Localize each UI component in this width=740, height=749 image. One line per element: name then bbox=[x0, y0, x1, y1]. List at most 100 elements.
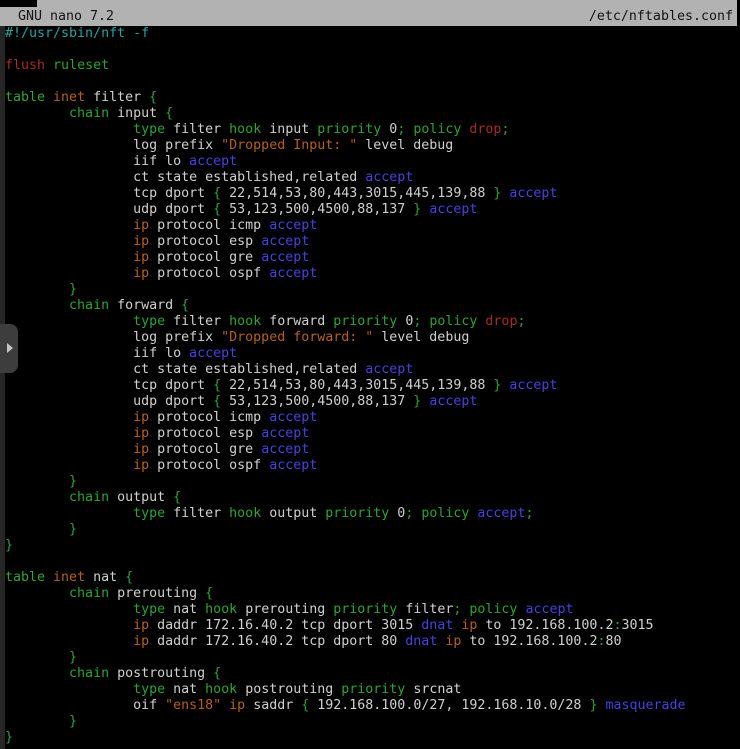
code-token: accept bbox=[269, 218, 317, 233]
code-token: to 192.168.100.2 bbox=[477, 618, 613, 633]
code-line[interactable]: type nat hook prerouting priority filter… bbox=[5, 602, 740, 618]
code-line[interactable]: } bbox=[5, 650, 740, 666]
code-line[interactable]: } bbox=[5, 474, 740, 490]
code-line[interactable]: type nat hook postrouting priority srcna… bbox=[5, 682, 740, 698]
code-token bbox=[5, 426, 133, 441]
terminal-screen: GNU nano 7.2 /etc/nftables.conf #!/usr/s… bbox=[0, 0, 740, 749]
code-line[interactable]: ct state established,related accept bbox=[5, 362, 740, 378]
code-line[interactable]: table inet nat { bbox=[5, 570, 740, 586]
code-line[interactable]: } bbox=[5, 538, 740, 554]
code-line[interactable] bbox=[5, 554, 740, 570]
code-token: ip bbox=[133, 234, 149, 249]
code-line[interactable]: tcp dport { 22,514,53,80,443,3015,445,13… bbox=[5, 186, 740, 202]
code-token: 53,123,500,4500,88,137 bbox=[221, 202, 413, 217]
code-token: ; bbox=[501, 122, 509, 137]
code-line[interactable]: ip protocol icmp accept bbox=[5, 410, 740, 426]
code-line[interactable]: chain prerouting { bbox=[5, 586, 740, 602]
code-token bbox=[5, 410, 133, 425]
code-line[interactable]: ip protocol gre accept bbox=[5, 250, 740, 266]
code-line[interactable]: iif lo accept bbox=[5, 346, 740, 362]
code-token: accept bbox=[261, 250, 309, 265]
code-token bbox=[5, 458, 133, 473]
code-line[interactable]: chain forward { bbox=[5, 298, 740, 314]
code-token: hook bbox=[229, 506, 261, 521]
code-line[interactable]: table inet filter { bbox=[5, 90, 740, 106]
code-token: "ens18" bbox=[165, 698, 221, 713]
code-token: 53,123,500,4500,88,137 bbox=[221, 394, 413, 409]
code-token: nat bbox=[85, 570, 125, 585]
code-line[interactable]: ip protocol ospf accept bbox=[5, 266, 740, 282]
code-line[interactable]: ip daddr 172.16.40.2 tcp dport 3015 dnat… bbox=[5, 618, 740, 634]
code-line[interactable]: ip protocol esp accept bbox=[5, 234, 740, 250]
code-line[interactable]: } bbox=[5, 730, 740, 746]
code-token: accept bbox=[269, 410, 317, 425]
code-line[interactable]: ip protocol esp accept bbox=[5, 426, 740, 442]
code-line[interactable]: } bbox=[5, 522, 740, 538]
code-token: filter bbox=[85, 90, 149, 105]
code-token: prerouting bbox=[109, 586, 205, 601]
code-token: saddr bbox=[245, 698, 301, 713]
code-token: accept bbox=[509, 186, 557, 201]
code-token: nat bbox=[165, 602, 205, 617]
code-line[interactable]: type filter hook input priority 0; polic… bbox=[5, 122, 740, 138]
code-line[interactable]: log prefix "Dropped forward: " level deb… bbox=[5, 330, 740, 346]
file-path: /etc/nftables.conf bbox=[589, 8, 733, 26]
code-token: policy bbox=[469, 602, 517, 617]
code-line[interactable] bbox=[5, 74, 740, 90]
code-line[interactable]: chain output { bbox=[5, 490, 740, 506]
code-token: { bbox=[213, 202, 221, 217]
code-token: ip bbox=[133, 442, 149, 457]
code-line[interactable]: #!/usr/sbin/nft -f bbox=[5, 26, 740, 42]
editor-code[interactable]: #!/usr/sbin/nft -f flush ruleset table ine… bbox=[5, 26, 740, 746]
code-line[interactable]: } bbox=[5, 714, 740, 730]
code-token: { bbox=[173, 490, 181, 505]
code-line[interactable]: ip protocol icmp accept bbox=[5, 218, 740, 234]
code-token bbox=[5, 602, 133, 617]
code-line[interactable]: tcp dport { 22,514,53,80,443,3015,445,13… bbox=[5, 378, 740, 394]
code-line[interactable]: ip protocol gre accept bbox=[5, 442, 740, 458]
code-token: postrouting bbox=[237, 682, 341, 697]
code-token: chain bbox=[69, 586, 109, 601]
code-token: accept bbox=[509, 378, 557, 393]
code-line[interactable] bbox=[5, 42, 740, 58]
code-token: ip bbox=[133, 218, 149, 233]
code-line[interactable]: type filter hook output priority 0; poli… bbox=[5, 506, 740, 522]
code-line[interactable]: udp dport { 53,123,500,4500,88,137 } acc… bbox=[5, 394, 740, 410]
code-token: ruleset bbox=[53, 58, 109, 73]
code-token: 0 bbox=[389, 506, 405, 521]
code-token: priority bbox=[333, 314, 397, 329]
code-line[interactable]: flush ruleset bbox=[5, 58, 740, 74]
code-line[interactable]: ct state established,related accept bbox=[5, 170, 740, 186]
code-token: priority bbox=[317, 122, 381, 137]
code-token: accept bbox=[429, 394, 477, 409]
code-token bbox=[5, 506, 133, 521]
code-token: priority bbox=[325, 506, 389, 521]
code-token: { bbox=[213, 394, 221, 409]
code-line[interactable]: oif "ens18" ip saddr { 192.168.100.0/27,… bbox=[5, 698, 740, 714]
code-line[interactable]: chain postrouting { bbox=[5, 666, 740, 682]
code-line[interactable]: chain input { bbox=[5, 106, 740, 122]
code-token: type bbox=[133, 506, 165, 521]
code-line[interactable]: udp dport { 53,123,500,4500,88,137 } acc… bbox=[5, 202, 740, 218]
code-line[interactable]: ip protocol ospf accept bbox=[5, 458, 740, 474]
code-token: daddr 172.16.40.2 tcp dport 3015 bbox=[149, 618, 421, 633]
code-token bbox=[5, 234, 133, 249]
code-line[interactable]: iif lo accept bbox=[5, 154, 740, 170]
code-token: ct state established,related bbox=[5, 170, 365, 185]
code-line[interactable]: } bbox=[5, 282, 740, 298]
code-token bbox=[5, 666, 69, 681]
code-line[interactable]: ip daddr 172.16.40.2 tcp dport 80 dnat i… bbox=[5, 634, 740, 650]
code-token: "Dropped forward: " bbox=[221, 330, 373, 345]
code-token: } bbox=[69, 474, 77, 489]
code-token: drop bbox=[485, 314, 517, 329]
code-line[interactable]: type filter hook forward priority 0; pol… bbox=[5, 314, 740, 330]
code-token: accept bbox=[189, 346, 237, 361]
code-token: oif bbox=[5, 698, 165, 713]
code-token: nat bbox=[165, 682, 205, 697]
code-token: ct state established,related bbox=[5, 362, 365, 377]
code-token: accept bbox=[477, 506, 525, 521]
code-token: output bbox=[261, 506, 325, 521]
code-line[interactable]: log prefix "Dropped Input: " level debug bbox=[5, 138, 740, 154]
code-token: priority bbox=[333, 602, 397, 617]
code-token: protocol icmp bbox=[149, 410, 269, 425]
